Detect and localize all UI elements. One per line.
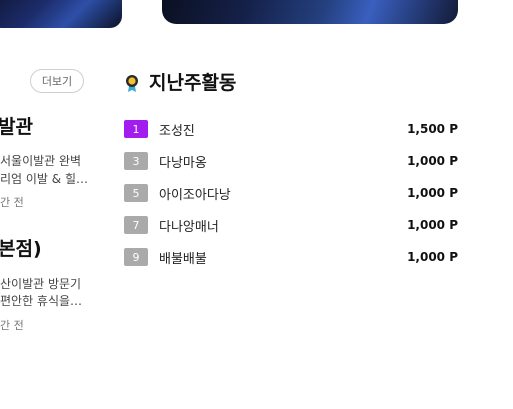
post-time: 간 전 — [0, 319, 24, 332]
rank-badge: 1 — [124, 120, 148, 138]
rank-name[interactable]: 다나앙매너 — [159, 216, 219, 235]
list-item[interactable]: 3 다낭마옹 1,000 P — [124, 145, 460, 177]
banner-image-right[interactable] — [162, 0, 458, 24]
banner-image-left[interactable] — [0, 0, 122, 28]
list-item[interactable]: 5 아이조아다낭 1,000 P — [124, 177, 460, 209]
post-title[interactable]: 본점) — [0, 234, 42, 261]
rank-name[interactable]: 아이조아다낭 — [159, 184, 231, 203]
rank-badge: 7 — [124, 216, 148, 234]
post-title[interactable]: 발관 — [0, 112, 33, 139]
rank-points: 1,500 P — [407, 122, 458, 136]
post-desc-line: 편안한 휴식을… — [0, 294, 83, 308]
section-title: 지난주활동 — [149, 72, 237, 94]
rank-points: 1,000 P — [407, 250, 458, 264]
list-item[interactable]: 9 배불배불 1,000 P — [124, 241, 460, 273]
list-item[interactable]: 7 다나앙매너 1,000 P — [124, 209, 460, 241]
rank-badge: 9 — [124, 248, 148, 266]
more-button[interactable]: 더보기 — [30, 69, 84, 93]
rank-badge: 3 — [124, 152, 148, 170]
post-desc-line: 리엄 이발 & 힐… — [0, 172, 89, 186]
list-item[interactable]: 1 조성진 1,500 P — [124, 113, 460, 145]
post-desc-line: 산이발관 방문기 — [0, 277, 82, 291]
post-time: 간 전 — [0, 196, 24, 209]
rank-points: 1,000 P — [407, 154, 458, 168]
ranking-list: 1 조성진 1,500 P 3 다낭마옹 1,000 P 5 아이조아다낭 1,… — [124, 113, 460, 273]
post-desc-line: 서울이발관 완벽 — [0, 154, 82, 168]
rank-name[interactable]: 다낭마옹 — [159, 152, 207, 171]
rank-name[interactable]: 조성진 — [159, 120, 195, 139]
rank-points: 1,000 P — [407, 218, 458, 232]
rank-points: 1,000 P — [407, 186, 458, 200]
rank-name[interactable]: 배불배불 — [159, 248, 207, 267]
medal-icon — [126, 75, 138, 92]
rank-badge: 5 — [124, 184, 148, 202]
